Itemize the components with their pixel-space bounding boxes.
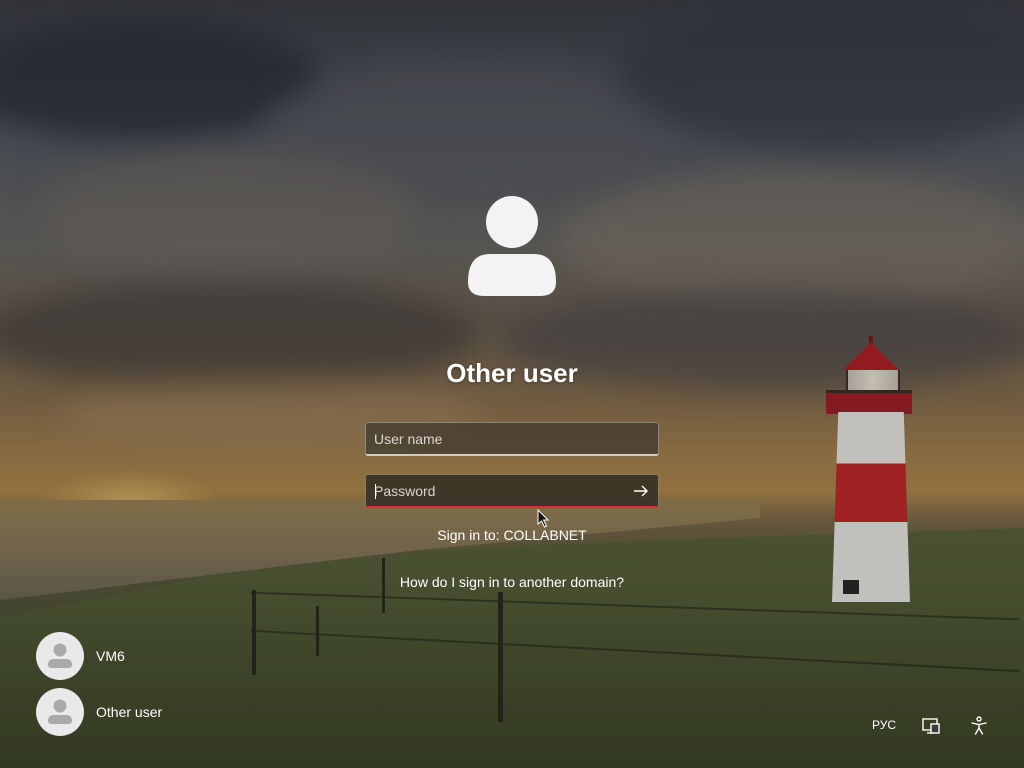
selected-user-name: Other user (446, 358, 578, 388)
user-tile-other-user[interactable]: Other user (36, 688, 256, 736)
user-silhouette-icon (36, 632, 84, 680)
user-tile-label: Other user (96, 704, 163, 720)
user-silhouette-icon (462, 196, 562, 296)
mouse-pointer-icon (537, 508, 551, 529)
user-tile-vm6[interactable]: VM6 (36, 632, 256, 680)
username-input[interactable] (366, 423, 658, 454)
input-language-indicator[interactable]: РУС (866, 718, 902, 732)
user-silhouette-icon (36, 688, 84, 736)
network-icon[interactable] (920, 715, 942, 737)
text-caret (375, 484, 376, 499)
password-input[interactable] (366, 475, 658, 506)
accessibility-icon[interactable] (968, 715, 990, 737)
sign-in-domain-text: Sign in to: COLLABNET (437, 527, 587, 543)
arrow-right-icon[interactable] (632, 482, 650, 500)
user-tile-label: VM6 (96, 648, 125, 664)
other-domain-link[interactable]: How do I sign in to another domain? (312, 574, 712, 590)
username-field[interactable] (365, 422, 659, 456)
password-field[interactable] (365, 474, 659, 508)
